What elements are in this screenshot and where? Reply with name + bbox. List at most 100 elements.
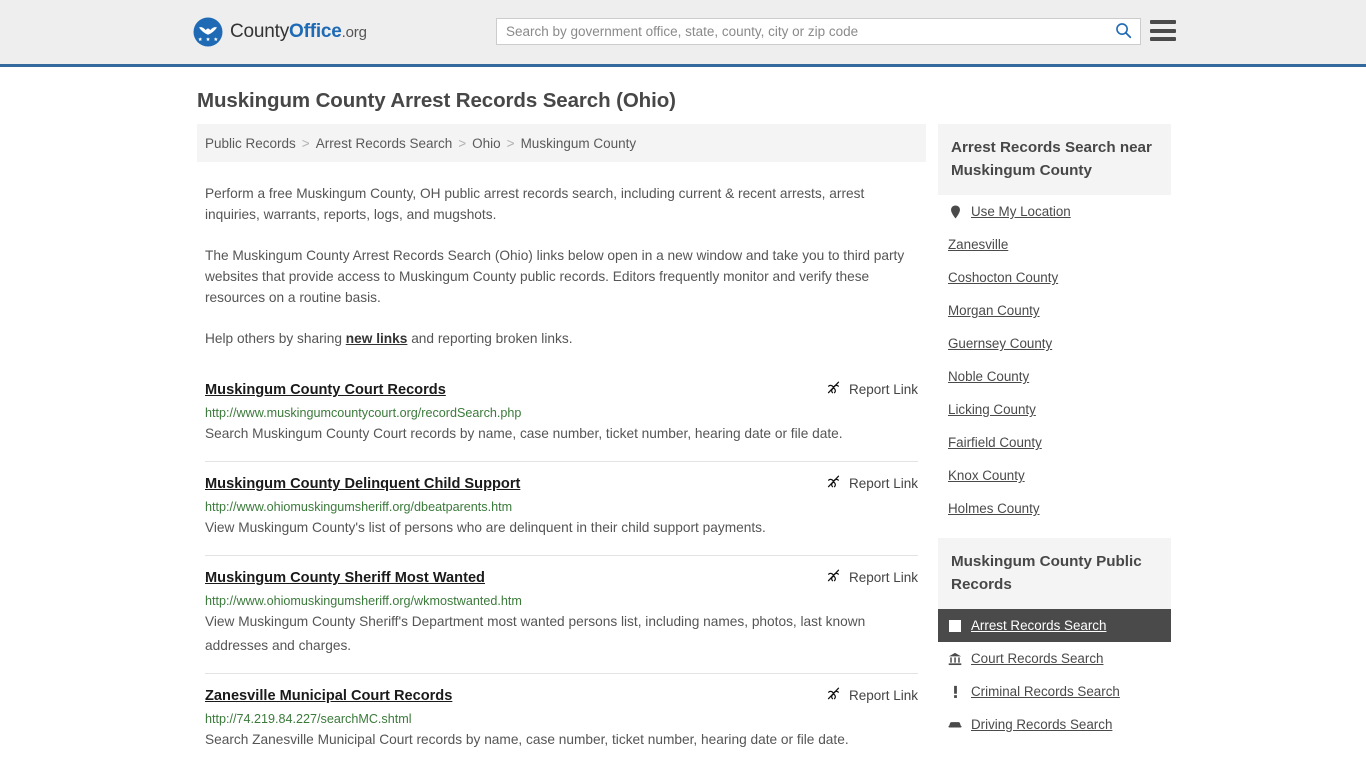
site-logo[interactable]: CountyOffice.org <box>193 17 367 47</box>
records-panel-title: Muskingum County Public Records <box>938 538 1171 609</box>
list-item: Fairfield County <box>938 426 1171 459</box>
result-title-link[interactable]: Muskingum County Delinquent Child Suppor… <box>205 476 520 492</box>
report-link-button[interactable]: Report Link <box>826 380 918 398</box>
result-url[interactable]: http://www.ohiomuskingumsheriff.org/wkmo… <box>205 594 918 608</box>
breadcrumb-item-public-records[interactable]: Public Records <box>205 136 296 151</box>
list-item: Criminal Records Search <box>938 675 1171 708</box>
sidebar-item-holmes-county[interactable]: Holmes County <box>938 492 1171 525</box>
list-item: Use My Location <box>938 195 1171 228</box>
intro-paragraph-3: Help others by sharing new links and rep… <box>205 328 918 349</box>
report-link-button[interactable]: Report Link <box>826 474 918 492</box>
sidebar-item-court-records-search[interactable]: Court Records Search <box>938 642 1171 675</box>
sidebar-item-coshocton-county[interactable]: Coshocton County <box>938 261 1171 294</box>
sidebar: Arrest Records Search near Muskingum Cou… <box>938 124 1171 741</box>
sidebar-item-arrest-records-search[interactable]: Arrest Records Search <box>938 609 1171 642</box>
search-input[interactable] <box>497 19 1106 44</box>
sidebar-item-label: Noble County <box>948 369 1030 384</box>
breadcrumb-item-muskingum-county: Muskingum County <box>520 135 637 151</box>
search-bar <box>496 18 1141 45</box>
intro-text: Perform a free Muskingum County, OH publ… <box>197 183 926 349</box>
hamburger-menu-icon[interactable] <box>1150 20 1176 41</box>
result-url[interactable]: http://www.muskingumcountycourt.org/reco… <box>205 406 918 420</box>
sidebar-item-label: Criminal Records Search <box>971 684 1120 699</box>
result-title-link[interactable]: Muskingum County Court Records <box>205 382 446 398</box>
main-content-column: Public Records > Arrest Records Search >… <box>197 124 926 767</box>
result-url[interactable]: http://74.219.84.227/searchMC.shtml <box>205 712 918 726</box>
report-link-button[interactable]: Report Link <box>826 568 918 586</box>
hamburger-bar <box>1150 20 1176 24</box>
list-item: Court Records Search <box>938 642 1171 675</box>
search-button[interactable] <box>1106 19 1140 44</box>
report-link-label: Report Link <box>848 687 918 703</box>
sidebar-item-morgan-county[interactable]: Morgan County <box>938 294 1171 327</box>
search-icon <box>1115 22 1132 42</box>
map-pin-icon <box>948 205 962 219</box>
intro-paragraph-1: Perform a free Muskingum County, OH publ… <box>205 186 865 222</box>
breadcrumb-separator: > <box>506 135 515 151</box>
list-item: Holmes County <box>938 492 1171 525</box>
sidebar-item-label: Coshocton County <box>948 270 1059 285</box>
intro-paragraph-2: The Muskingum County Arrest Records Sear… <box>205 248 905 305</box>
white-square-icon <box>948 619 962 632</box>
result-url[interactable]: http://www.ohiomuskingumsheriff.org/dbea… <box>205 500 918 514</box>
hamburger-bar <box>1150 28 1176 33</box>
list-item: Zanesville <box>938 228 1171 261</box>
sidebar-item-licking-county[interactable]: Licking County <box>938 393 1171 426</box>
list-item: Noble County <box>938 360 1171 393</box>
sidebar-item-label: Licking County <box>948 402 1036 417</box>
sidebar-item-label: Driving Records Search <box>971 717 1113 732</box>
sidebar-item-criminal-records-search[interactable]: Criminal Records Search <box>938 675 1171 708</box>
broken-link-icon <box>826 380 841 398</box>
intro-paragraph-3-prefix: Help others by sharing <box>205 331 346 346</box>
list-item: Arrest Records Search <box>938 609 1171 642</box>
sidebar-item-fairfield-county[interactable]: Fairfield County <box>938 426 1171 459</box>
broken-link-icon <box>826 474 841 492</box>
sidebar-item-driving-records-search[interactable]: Driving Records Search <box>938 708 1171 741</box>
breadcrumb: Public Records > Arrest Records Search >… <box>197 124 926 162</box>
sidebar-item-label: Court Records Search <box>971 651 1104 666</box>
result-title-link[interactable]: Muskingum County Sheriff Most Wanted <box>205 570 485 586</box>
list-item: Driving Records Search <box>938 708 1171 741</box>
result-description: View Muskingum County Sheriff's Departme… <box>205 614 866 653</box>
result-item: Muskingum County Delinquent Child Suppor… <box>205 461 918 555</box>
sidebar-item-guernsey-county[interactable]: Guernsey County <box>938 327 1171 360</box>
result-item: Muskingum County Court Records http://ww… <box>205 369 918 461</box>
sidebar-item-label: Arrest Records Search <box>971 618 1107 633</box>
hamburger-bar <box>1150 37 1176 41</box>
car-icon <box>948 719 962 730</box>
sidebar-item-use-my-location[interactable]: Use My Location <box>938 195 1171 228</box>
near-panel-title: Arrest Records Search near Muskingum Cou… <box>938 124 1171 195</box>
sidebar-item-label: Fairfield County <box>948 435 1042 450</box>
result-description: View Muskingum County's list of persons … <box>205 520 766 535</box>
sidebar-item-knox-county[interactable]: Knox County <box>938 459 1171 492</box>
list-item: Licking County <box>938 393 1171 426</box>
records-panel-list: Arrest Records Search Court Records Sear… <box>938 609 1171 741</box>
new-links-link[interactable]: new links <box>346 331 408 346</box>
sidebar-item-label: Knox County <box>948 468 1025 483</box>
breadcrumb-separator: > <box>458 135 467 151</box>
sidebar-item-label: Use My Location <box>971 204 1071 219</box>
courthouse-icon <box>948 652 962 666</box>
breadcrumb-item-ohio[interactable]: Ohio <box>472 136 501 151</box>
sidebar-item-label: Guernsey County <box>948 336 1053 351</box>
list-item: Morgan County <box>938 294 1171 327</box>
site-header: CountyOffice.org <box>0 0 1366 67</box>
list-item: Knox County <box>938 459 1171 492</box>
result-description: Search Zanesville Municipal Court record… <box>205 732 849 747</box>
near-panel-list: Use My Location Zanesville Coshocton Cou… <box>938 195 1171 525</box>
logo-text-office: Office <box>289 21 342 42</box>
sidebar-item-label: Zanesville <box>948 237 1009 252</box>
sidebar-item-zanesville[interactable]: Zanesville <box>938 228 1171 261</box>
result-title-link[interactable]: Zanesville Municipal Court Records <box>205 688 452 704</box>
report-link-button[interactable]: Report Link <box>826 686 918 704</box>
breadcrumb-item-arrest-records-search[interactable]: Arrest Records Search <box>316 136 453 151</box>
sidebar-item-noble-county[interactable]: Noble County <box>938 360 1171 393</box>
sidebar-item-label: Holmes County <box>948 501 1040 516</box>
intro-paragraph-3-suffix: and reporting broken links. <box>407 331 573 346</box>
sidebar-item-label: Morgan County <box>948 303 1040 318</box>
list-item: Coshocton County <box>938 261 1171 294</box>
list-item: Guernsey County <box>938 327 1171 360</box>
result-description: Search Muskingum County Court records by… <box>205 426 843 441</box>
report-link-label: Report Link <box>848 475 918 491</box>
result-item: Muskingum County Sheriff Most Wanted htt… <box>205 555 918 673</box>
